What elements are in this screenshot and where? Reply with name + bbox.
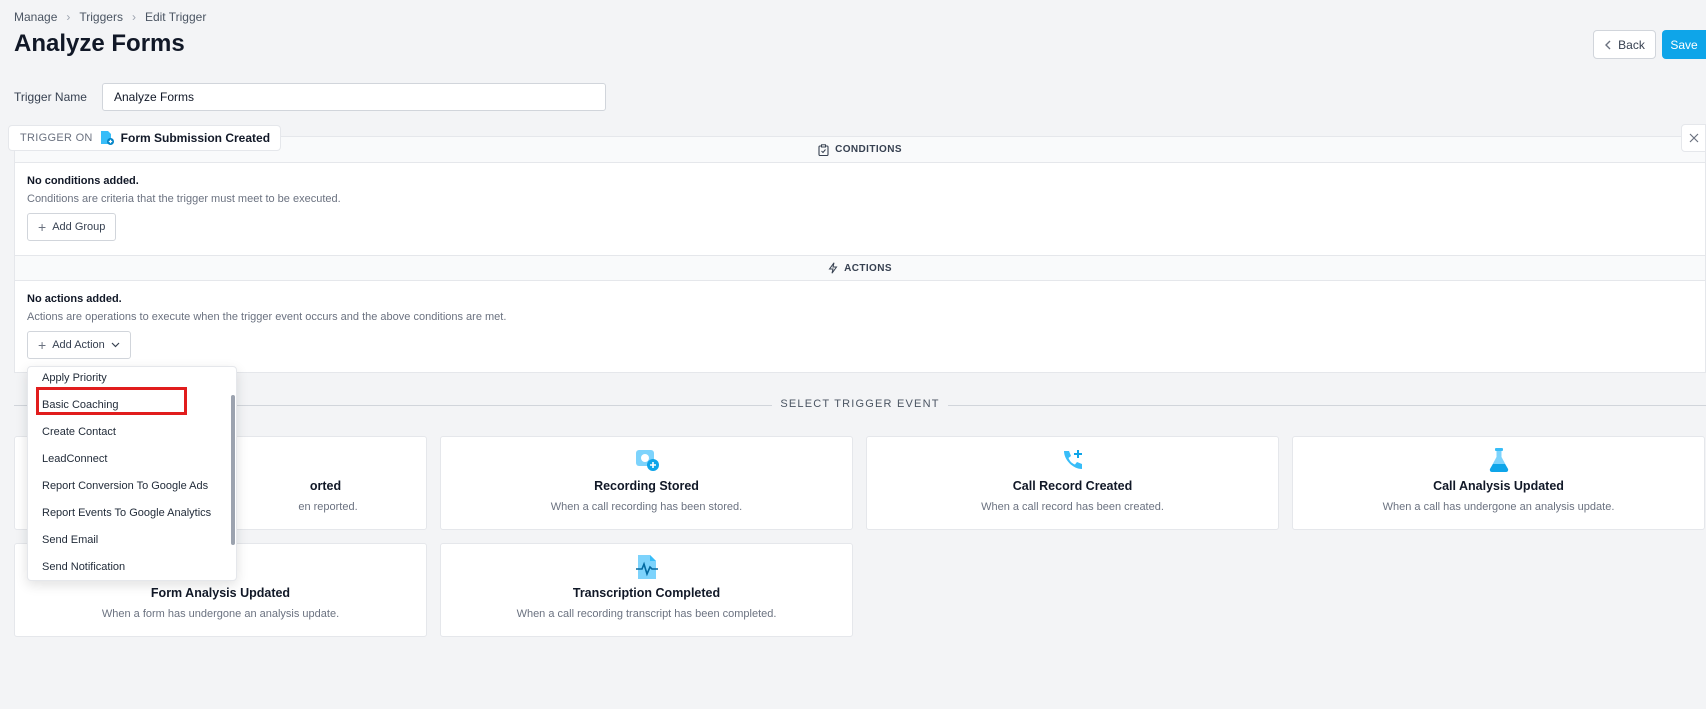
card-desc: When a call record has been created. (981, 501, 1164, 513)
chevron-left-icon (1605, 40, 1611, 49)
breadcrumb-edit-trigger: Edit Trigger (144, 10, 207, 24)
card-desc: When a form has undergone an analysis up… (101, 608, 340, 620)
dropdown-scrollbar[interactable] (231, 395, 235, 545)
select-trigger-event-heading: SELECT TRIGGER EVENT (772, 398, 948, 410)
clipboard-icon (818, 143, 829, 156)
menu-item-send-notification[interactable]: Send Notification (28, 554, 228, 580)
event-card-call-analysis-updated[interactable]: Call Analysis Updated When a call has un… (1292, 436, 1705, 530)
flask-icon (1489, 448, 1508, 472)
no-actions-title: No actions added. (27, 293, 122, 305)
breadcrumb-manage[interactable]: Manage (14, 10, 57, 24)
card-title: Transcription Completed (572, 586, 721, 600)
trigger-on-label: TRIGGER ON (20, 132, 93, 144)
trigger-name-input[interactable]: Analyze Forms (102, 83, 606, 111)
back-button-label: Back (1618, 37, 1645, 52)
back-button[interactable]: Back (1593, 30, 1656, 59)
recording-stored-icon (635, 450, 659, 471)
card-desc: When a call recording transcript has bee… (516, 608, 777, 620)
trigger-on-tab: TRIGGER ON Form Submission Created (8, 125, 281, 151)
actions-header: ACTIONS (15, 255, 1705, 281)
actions-heading: ACTIONS (844, 262, 892, 274)
add-group-label: Add Group (52, 221, 106, 233)
plus-icon: + (38, 337, 47, 353)
conditions-heading: CONDITIONS (835, 144, 902, 155)
no-conditions-title: No conditions added. (27, 175, 139, 187)
breadcrumb-triggers[interactable]: Triggers (79, 10, 123, 24)
divider-right (948, 405, 1706, 406)
form-submission-icon (100, 131, 114, 145)
card-desc: When a call recording has been stored. (550, 501, 743, 513)
breadcrumb: Manage › Triggers › Edit Trigger (14, 10, 206, 24)
menu-item-report-conversion[interactable]: Report Conversion To Google Ads (28, 473, 228, 499)
lightning-icon (828, 262, 838, 274)
card-title: Call Analysis Updated (1433, 479, 1564, 493)
chevron-down-icon (111, 342, 120, 348)
card-title: Recording Stored (594, 479, 699, 493)
add-action-button[interactable]: + Add Action (27, 331, 131, 359)
close-icon[interactable] (1681, 124, 1706, 152)
menu-item-report-events[interactable]: Report Events To Google Analytics (28, 500, 228, 526)
trigger-panel: CONDITIONS No conditions added. Conditio… (14, 136, 1706, 373)
card-title: Form Analysis Updated (150, 586, 291, 600)
event-card-call-record-created[interactable]: Call Record Created When a call record h… (866, 436, 1279, 530)
transcript-file-icon (635, 555, 658, 579)
trigger-name-label: Trigger Name (14, 90, 87, 104)
add-group-button[interactable]: + Add Group (27, 213, 117, 241)
event-card-transcription-completed[interactable]: Transcription Completed When a call reco… (440, 543, 853, 637)
no-conditions-desc: Conditions are criteria that the trigger… (27, 193, 341, 205)
phone-plus-icon (1063, 450, 1082, 469)
event-card-recording-stored[interactable]: Recording Stored When a call recording h… (440, 436, 853, 530)
save-button[interactable]: Save (1662, 30, 1706, 59)
card-title: Call Record Created (1012, 479, 1133, 493)
page-title: Analyze Forms (14, 30, 185, 57)
menu-item-create-contact[interactable]: Create Contact (28, 419, 228, 445)
chevron-right-icon: › (66, 10, 71, 24)
card-desc: When a call has undergone an analysis up… (1382, 501, 1615, 513)
add-action-label: Add Action (52, 339, 105, 351)
trigger-on-value: Form Submission Created (120, 131, 271, 145)
no-actions-desc: Actions are operations to execute when t… (27, 311, 507, 323)
menu-item-send-email[interactable]: Send Email (28, 527, 228, 553)
plus-icon: + (38, 219, 47, 235)
highlight-box (36, 387, 187, 415)
chevron-right-icon: › (131, 10, 136, 24)
menu-item-leadconnect[interactable]: LeadConnect (28, 446, 228, 472)
